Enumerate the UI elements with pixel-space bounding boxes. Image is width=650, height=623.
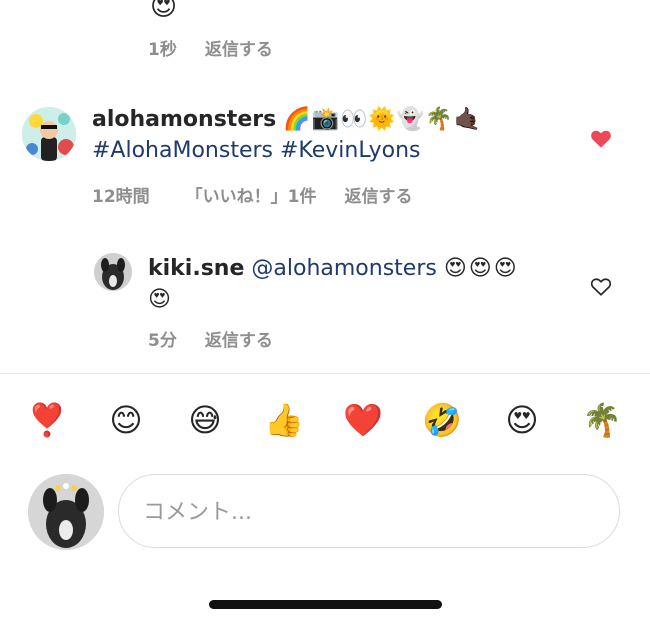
reply-username[interactable]: kiki.sne <box>148 256 244 281</box>
reaction-palm-tree-icon[interactable]: 🌴 <box>577 398 627 442</box>
divider <box>0 373 650 374</box>
comment-body: alohamonsters 🌈📸👀🌞👻🌴🤙🏿 #AlohaMonsters #K… <box>92 104 592 166</box>
reply-mention[interactable]: @alohamonsters <box>251 256 436 281</box>
comment-meta: 12時間 「いいね！」1件 返信する <box>92 182 441 207</box>
comment-time: 1秒 <box>148 40 177 60</box>
comment-input[interactable] <box>141 494 585 530</box>
comment-username[interactable]: alohamonsters <box>92 107 276 132</box>
quick-reaction-bar: ❣️ 😊 😅 👍 ❤️ 🤣 😍 🌴 <box>0 398 650 442</box>
reply-emoji-line2: 😍 <box>148 287 171 312</box>
reply-body: kiki.sne @alohamonsters 😍😍😍 😍 <box>148 253 568 315</box>
my-avatar-image <box>28 474 104 550</box>
reaction-smile-icon[interactable]: 😊 <box>101 398 151 442</box>
avatar[interactable] <box>94 253 132 291</box>
home-indicator[interactable] <box>209 600 442 609</box>
comment-emojis: 🌈📸👀🌞👻🌴🤙🏿 <box>283 107 482 132</box>
like-heart-icon[interactable] <box>590 128 612 153</box>
reply-meta: 5分 返信する <box>148 326 301 351</box>
reaction-sweat-smile-icon[interactable]: 😅 <box>180 398 230 442</box>
comment-hashtags[interactable]: #AlohaMonsters #KevinLyons <box>92 138 421 163</box>
reply-button[interactable]: 返信する <box>205 331 273 351</box>
avatar <box>28 474 104 550</box>
comment-composer[interactable] <box>118 474 620 548</box>
avatar-alohamonsters-image <box>22 107 76 161</box>
reaction-heart-eyes-icon[interactable]: 😍 <box>497 398 547 442</box>
heart-outline-icon <box>590 278 612 296</box>
avatar-kiki-image <box>94 253 132 291</box>
reply-button[interactable]: 返信する <box>205 40 273 60</box>
previous-comment-meta: 1秒 返信する <box>148 35 301 60</box>
comment-time: 5分 <box>148 331 177 351</box>
heart-filled-icon <box>591 130 611 148</box>
likes-count-link[interactable]: 「いいね！」1件 <box>186 187 317 207</box>
reaction-heart-exclamation-icon[interactable]: ❣️ <box>22 398 72 442</box>
reaction-rofl-icon[interactable]: 🤣 <box>417 398 467 442</box>
like-heart-icon[interactable] <box>590 276 612 301</box>
avatar[interactable] <box>22 107 76 161</box>
reply-button[interactable]: 返信する <box>345 187 413 207</box>
previous-comment-emoji: 😍 <box>150 0 178 22</box>
reply-emojis: 😍😍😍 <box>443 256 519 281</box>
comment-time: 12時間 <box>92 187 150 207</box>
reaction-red-heart-icon[interactable]: ❤️ <box>338 398 388 442</box>
reaction-thumbs-up-icon[interactable]: 👍 <box>259 398 309 442</box>
